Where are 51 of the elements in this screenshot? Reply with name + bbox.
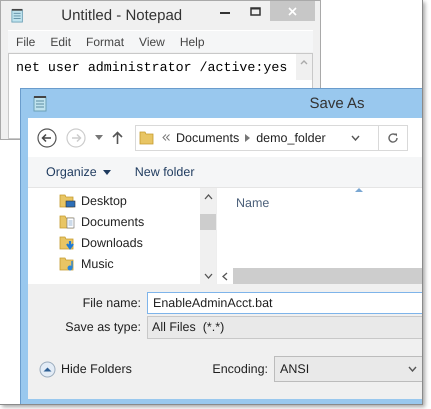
collapse-icon [39, 360, 56, 378]
encoding-dropdown[interactable]: ANSI [274, 356, 422, 382]
music-folder-icon [59, 255, 76, 272]
downloads-folder-icon [59, 234, 76, 251]
field-label: Save as type: [64, 320, 142, 334]
scrollbar-thumb[interactable] [200, 214, 216, 230]
tree-item[interactable]: Music [59, 255, 200, 272]
desktop-folder-icon [59, 192, 76, 209]
maximize-icon [250, 6, 260, 16]
dropdown-caret-icon[interactable] [95, 135, 103, 140]
organize-button[interactable]: Organize [46, 165, 111, 179]
documents-folder-icon [59, 213, 76, 230]
breadcrumb-item[interactable]: demo_folder [256, 130, 326, 144]
file-name-field[interactable]: EnableAdminAcct.bat [147, 292, 422, 314]
up-arrow-icon[interactable] [112, 131, 123, 144]
double-chevron-icon [162, 134, 170, 141]
tree-item[interactable]: Downloads [59, 234, 200, 251]
scroll-up-icon [204, 194, 212, 200]
column-header[interactable]: Name [236, 196, 270, 246]
vertical-scrollbar[interactable] [200, 188, 216, 284]
menu-item[interactable]: Format [78, 34, 132, 48]
caret-icon [102, 170, 111, 174]
notepad-icon [33, 95, 47, 112]
breadcrumb-item[interactable]: Documents [176, 130, 240, 144]
sort-arrow-icon [355, 188, 363, 192]
scroll-down-icon [204, 273, 212, 279]
breadcrumb-arrow-icon [245, 134, 250, 142]
menu-item[interactable]: View [131, 34, 172, 48]
dialog-title: Save As [308, 95, 365, 112]
folder-icon [139, 129, 156, 146]
refresh-icon[interactable] [387, 132, 399, 144]
scroll-left-icon [222, 272, 228, 280]
save-as-type-dropdown[interactable]: All Files (*.*) [147, 316, 422, 338]
menu-item[interactable]: Help [172, 34, 212, 48]
hide-folders-button[interactable]: Hide Folders [39, 360, 132, 378]
menu-item[interactable]: File [8, 34, 42, 48]
chevron-down-icon [408, 366, 417, 372]
menu-item[interactable]: Edit [42, 34, 78, 48]
field-label: File name: [82, 296, 142, 310]
window-title: Untitled - Notepad [61, 7, 184, 24]
tree-item[interactable]: Desktop [59, 192, 200, 209]
notepad-icon [11, 7, 24, 24]
new-folder-button[interactable]: New folder [134, 165, 194, 179]
tree-item[interactable]: Documents [59, 213, 200, 230]
vertical-scrollbar[interactable] [296, 54, 312, 80]
scroll-up-icon [300, 60, 308, 65]
text-content[interactable]: net user administrator /active:yes [16, 60, 288, 75]
back-icon[interactable] [37, 128, 57, 148]
close-icon [288, 6, 297, 16]
encoding-label: Encoding: [212, 362, 268, 376]
address-bar[interactable]: Documents demo_folder [135, 124, 408, 150]
